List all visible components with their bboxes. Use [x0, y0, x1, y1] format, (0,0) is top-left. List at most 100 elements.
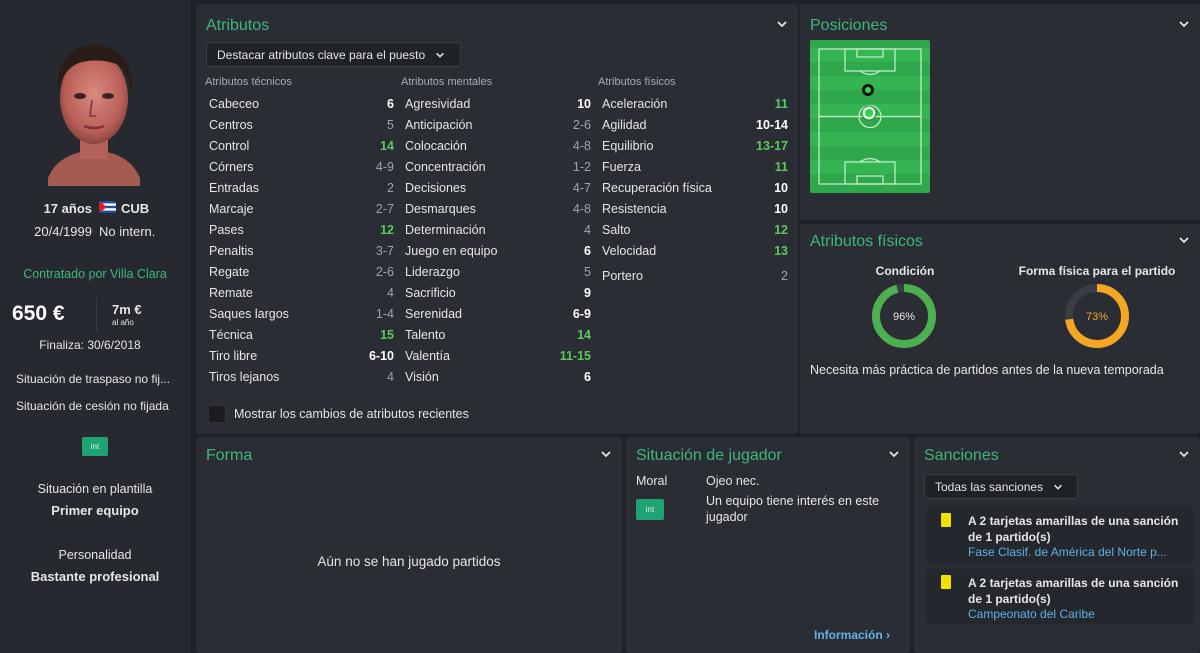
attribute-row[interactable]: Equilibrio 13-17 [602, 135, 788, 156]
attribute-value: 13 [774, 243, 788, 258]
attribute-value: 1-2 [572, 159, 591, 174]
attribute-row[interactable]: Talento 14 [405, 324, 591, 345]
attribute-row[interactable]: Regate 2-6 [209, 261, 394, 282]
attribute-row[interactable]: Tiro libre 6-10 [209, 345, 394, 366]
attribute-name: Serenidad [405, 306, 462, 321]
chevron-down-icon[interactable] [1178, 234, 1190, 246]
attribute-row-goalkeeper[interactable]: Portero 2 [602, 265, 788, 286]
attribute-row[interactable]: Serenidad 6-9 [405, 303, 591, 324]
sanctions-title: Sanciones [924, 447, 999, 464]
chevron-down-icon[interactable] [600, 448, 612, 460]
attribute-name: Fuerza [602, 159, 641, 174]
loan-status[interactable]: Situación de cesión no fijada [16, 399, 182, 413]
sanctions-filter-dropdown[interactable]: Todas las sanciones [924, 474, 1078, 499]
attribute-row[interactable]: Recuperación física 10 [602, 177, 788, 198]
sanction-item[interactable]: A 2 tarjetas amarillas de una sanción de… [926, 569, 1194, 625]
match-fitness-value: 73% [1086, 311, 1108, 323]
attribute-row[interactable]: Técnica 15 [209, 324, 394, 345]
mental-header: Atributos mentales [401, 76, 493, 88]
attribute-row[interactable]: Determinación 4 [405, 219, 591, 240]
attribute-row[interactable]: Fuerza 11 [602, 156, 788, 177]
attribute-row[interactable]: Visión 6 [405, 366, 591, 387]
interest-badge[interactable]: int [82, 437, 108, 456]
attribute-row[interactable]: Penaltis 3-7 [209, 240, 394, 261]
attribute-row[interactable]: Liderazgo 5 [405, 261, 591, 282]
condition-gauge: 96% [872, 284, 936, 348]
attribute-row[interactable]: Juego en equipo 6 [405, 240, 591, 261]
form-empty-message: Aún no se han jugado partidos [317, 554, 501, 569]
attribute-row[interactable]: Córners 4-9 [209, 156, 394, 177]
physical-note: Necesita más práctica de partidos antes … [810, 363, 1164, 377]
attribute-row[interactable]: Entradas 2 [209, 177, 394, 198]
attribute-value: 4 [387, 285, 394, 300]
contract-end: Finaliza: 30/6/2018 [39, 338, 141, 352]
wage-value: 650 € [12, 302, 65, 325]
attribute-value: 4-9 [375, 159, 394, 174]
attribute-row[interactable]: Pases 12 [209, 219, 394, 240]
attribute-row[interactable]: Tiros lejanos 4 [209, 366, 394, 387]
chevron-down-icon[interactable] [776, 18, 788, 30]
chevron-down-icon[interactable] [1178, 18, 1190, 30]
attribute-value: 12 [774, 222, 788, 237]
attribute-row[interactable]: Centros 5 [209, 114, 394, 135]
attribute-name: Desmarques [405, 201, 476, 216]
attribute-row[interactable]: Resistencia 10 [602, 198, 788, 219]
attribute-value: 11 [774, 96, 788, 111]
personality-value: Bastante profesional [30, 569, 160, 584]
attribute-name: Concentración [405, 159, 486, 174]
attribute-row[interactable]: Valentía 11-15 [405, 345, 591, 366]
chevron-down-icon[interactable] [888, 448, 900, 460]
info-link[interactable]: Información › [814, 628, 890, 642]
attribute-name: Tiros lejanos [209, 369, 280, 384]
highlight-attributes-dropdown[interactable]: Destacar atributos clave para el puesto [206, 42, 461, 67]
attribute-row[interactable]: Aceleración 11 [602, 93, 788, 114]
moral-badge[interactable]: int [636, 499, 664, 520]
chevron-down-icon [436, 52, 444, 58]
attribute-value: 6-10 [368, 348, 394, 363]
form-title: Forma [206, 447, 253, 464]
sanctions-panel: Sanciones Todas las sanciones A 2 tarjet… [914, 437, 1200, 653]
show-changes-checkbox[interactable] [208, 405, 226, 423]
dropdown-label: Destacar atributos clave para el puesto [217, 47, 426, 62]
attribute-name: Equilibrio [602, 138, 654, 153]
personality-label: Personalidad [58, 548, 132, 562]
attribute-value: 1-4 [375, 306, 394, 321]
attribute-name: Técnica [209, 327, 253, 342]
contracted-by-link[interactable]: Contratado por Villa Clara [0, 267, 190, 281]
attribute-row[interactable]: Anticipación 2-6 [405, 114, 591, 135]
condition-label: Condición [875, 264, 935, 278]
sanction-competition[interactable]: Fase Clasif. de América del Norte p... [968, 545, 1190, 559]
attribute-value: 2-7 [375, 201, 394, 216]
attribute-row[interactable]: Decisiones 4-7 [405, 177, 591, 198]
attribute-row[interactable]: Agresividad 10 [405, 93, 591, 114]
physical-panel-title: Atributos físicos [810, 233, 923, 250]
attribute-row[interactable]: Salto 12 [602, 219, 788, 240]
attribute-row[interactable]: Marcaje 2-7 [209, 198, 394, 219]
attribute-value: 9 [584, 285, 591, 300]
attribute-name: Recuperación física [602, 180, 712, 195]
attribute-name: Decisiones [405, 180, 467, 195]
attribute-row[interactable]: Agilidad 10-14 [602, 114, 788, 135]
attribute-name: Pases [209, 222, 244, 237]
attribute-value: 13-17 [756, 138, 788, 153]
pitch-diagram[interactable] [810, 40, 930, 193]
attribute-value: 2-6 [572, 117, 591, 132]
attribute-name: Liderazgo [405, 264, 460, 279]
attribute-row[interactable]: Remate 4 [209, 282, 394, 303]
transfer-status[interactable]: Situación de traspaso no fij... [16, 372, 182, 386]
attribute-row[interactable]: Control 14 [209, 135, 394, 156]
date-of-birth: 20/4/1999 [34, 224, 92, 239]
chevron-down-icon[interactable] [1178, 448, 1190, 460]
attribute-row[interactable]: Saques largos 1-4 [209, 303, 394, 324]
match-fitness-gauge: 73% [1065, 284, 1129, 348]
attribute-row[interactable]: Velocidad 13 [602, 240, 788, 261]
attribute-row[interactable]: Cabeceo 6 [209, 93, 394, 114]
attribute-row[interactable]: Colocación 4-8 [405, 135, 591, 156]
attribute-row[interactable]: Concentración 1-2 [405, 156, 591, 177]
attribute-value: 5 [387, 117, 394, 132]
attribute-row[interactable]: Desmarques 4-8 [405, 198, 591, 219]
sanction-item[interactable]: A 2 tarjetas amarillas de una sanción de… [926, 507, 1194, 563]
physical-attributes-panel: Atributos físicos Condición 96% Forma fí… [800, 224, 1200, 434]
attribute-row[interactable]: Sacrificio 9 [405, 282, 591, 303]
sanction-competition[interactable]: Campeonato del Caribe [968, 607, 1190, 621]
